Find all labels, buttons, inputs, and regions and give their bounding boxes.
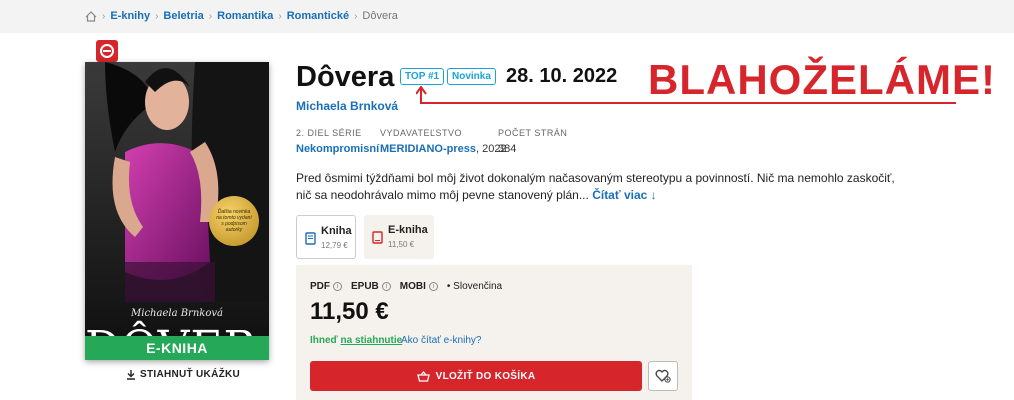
price: 11,50 € [310,298,389,325]
info-icon[interactable]: i [428,282,438,291]
wishlist-button[interactable] [648,361,678,391]
how-to-read-link[interactable]: Ako čítať e-knihy? [401,335,481,346]
book-cover[interactable]: Ďalšia novinka na tomto vydaní s podpiso… [85,62,269,360]
format-label: E-kniha [388,224,428,236]
pages-label: POČET STRÁN [498,128,568,138]
breadcrumb-bar: › E-knihy › Beletria › Romantika › Roman… [0,0,1014,33]
file-format: EPUB [351,281,379,292]
language: • Slovenčina [446,281,503,292]
download-sample-button[interactable]: STIAHNUŤ UKÁŽKU [126,369,240,380]
format-option-book[interactable]: Kniha 12,79 € [296,215,356,259]
breadcrumb-separator: › [155,10,159,22]
info-icon[interactable]: i [381,282,391,291]
tablet-icon [372,231,383,244]
purchase-panel: PDF i EPUB i MOBI i • Slovenčina 11,50 € Ih… [296,265,692,400]
ebook-strip: E-KNIHA [85,336,269,360]
release-date: 28. 10. 2022 [506,65,618,87]
download-sample-label: STIAHNUŤ UKÁŽKU [140,369,241,380]
publisher-value[interactable]: MERIDIANO-press, 2022 [380,143,507,155]
basket-icon [416,370,430,382]
format-label: Kniha [321,225,352,237]
read-more-link[interactable]: Čítať viac ↓ [592,188,656,202]
breadcrumb-current: Dôvera [362,10,398,22]
breadcrumb-item[interactable]: E-knihy [110,10,150,22]
availability: Ihneď na stiahnutie [310,335,403,346]
brand-badge-icon [96,40,118,62]
add-to-cart-label: VLOŽIŤ DO KOŠÍKA [435,370,536,382]
breadcrumb-separator: › [278,10,282,22]
page-title: Dôvera [296,61,395,93]
tag-top[interactable]: TOP #1 [400,68,445,85]
info-icon[interactable]: i [333,282,342,291]
book-icon [305,232,316,245]
breadcrumb-item[interactable]: Romantika [217,10,273,22]
publisher-label: VYDAVATEĽSTVO [380,128,463,138]
arrow-icon [416,86,956,104]
series-value[interactable]: Nekompromisní [296,143,379,155]
availability-link[interactable]: na stiahnutie [341,335,403,346]
breadcrumb-separator: › [208,10,213,22]
add-to-cart-button[interactable]: VLOŽIŤ DO KOŠÍKA [310,361,642,391]
tag-new[interactable]: Novinka [447,68,496,85]
description: Pred ôsmimi týždňami bol môj život dokon… [296,170,896,204]
format-price: 12,79 € [321,241,348,250]
heart-icon [655,369,671,383]
cover-author: Michaela Brnková [131,308,223,319]
file-format: MOBI [399,281,426,292]
file-formats: PDF i EPUB i MOBI i • Slovenčina [310,281,502,292]
format-price: 11,50 € [388,240,415,249]
pages-value: 384 [498,143,517,155]
file-format: PDF [310,281,330,292]
series-label: 2. DIEL SÉRIE [296,128,362,138]
home-icon[interactable] [85,10,97,22]
format-option-ebook[interactable]: E-kniha 11,50 € [364,215,434,259]
breadcrumb-item[interactable]: Romantické [287,10,349,22]
author-link[interactable]: Michaela Brnková [296,99,398,113]
download-icon [127,370,135,380]
breadcrumb: › E-knihy › Beletria › Romantika › Roman… [85,10,398,22]
breadcrumb-separator: › [102,10,106,22]
award-seal: Ďalšia novinka na tomto vydaní s podpiso… [209,196,259,246]
breadcrumb-separator: › [354,10,358,22]
breadcrumb-item[interactable]: Beletria [163,10,203,22]
